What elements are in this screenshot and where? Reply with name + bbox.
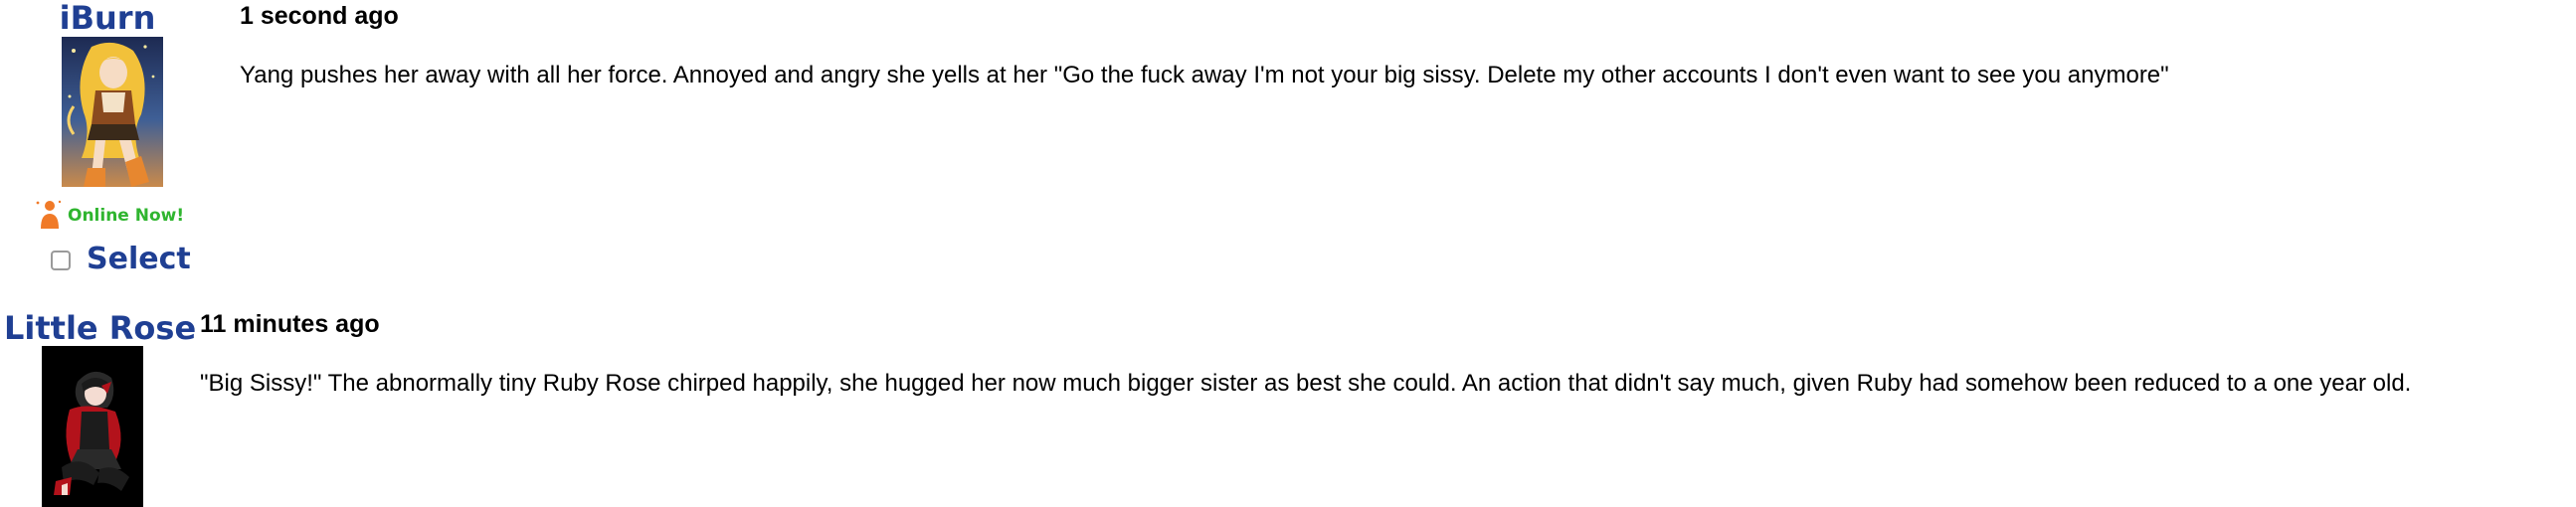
- post-message: Yang pushes her away with all her force.…: [240, 62, 2169, 88]
- post-timestamp: 11 minutes ago: [200, 310, 380, 338]
- online-status-label: Online Now!: [68, 206, 185, 226]
- avatar[interactable]: [62, 37, 163, 187]
- select-checkbox[interactable]: [51, 251, 71, 270]
- online-status: Online Now!: [34, 197, 203, 233]
- post-little-rose: Little Rose 11 minutes ago "Big Sissy!" …: [0, 306, 2576, 507]
- yang-avatar-image: [62, 37, 163, 187]
- username[interactable]: Little Rose: [4, 310, 196, 346]
- select-control[interactable]: Select: [51, 242, 210, 277]
- post-iburn: iBurn Online Now! Select 1 second ago Ya…: [0, 0, 2576, 298]
- ruby-avatar-image: [42, 346, 143, 507]
- avatar[interactable]: [42, 346, 143, 507]
- post-message: "Big Sissy!" The abnormally tiny Ruby Ro…: [200, 370, 2412, 397]
- username[interactable]: iBurn: [56, 0, 159, 36]
- select-label[interactable]: Select: [87, 242, 191, 276]
- person-online-icon: [36, 200, 62, 229]
- post-timestamp: 1 second ago: [240, 2, 399, 30]
